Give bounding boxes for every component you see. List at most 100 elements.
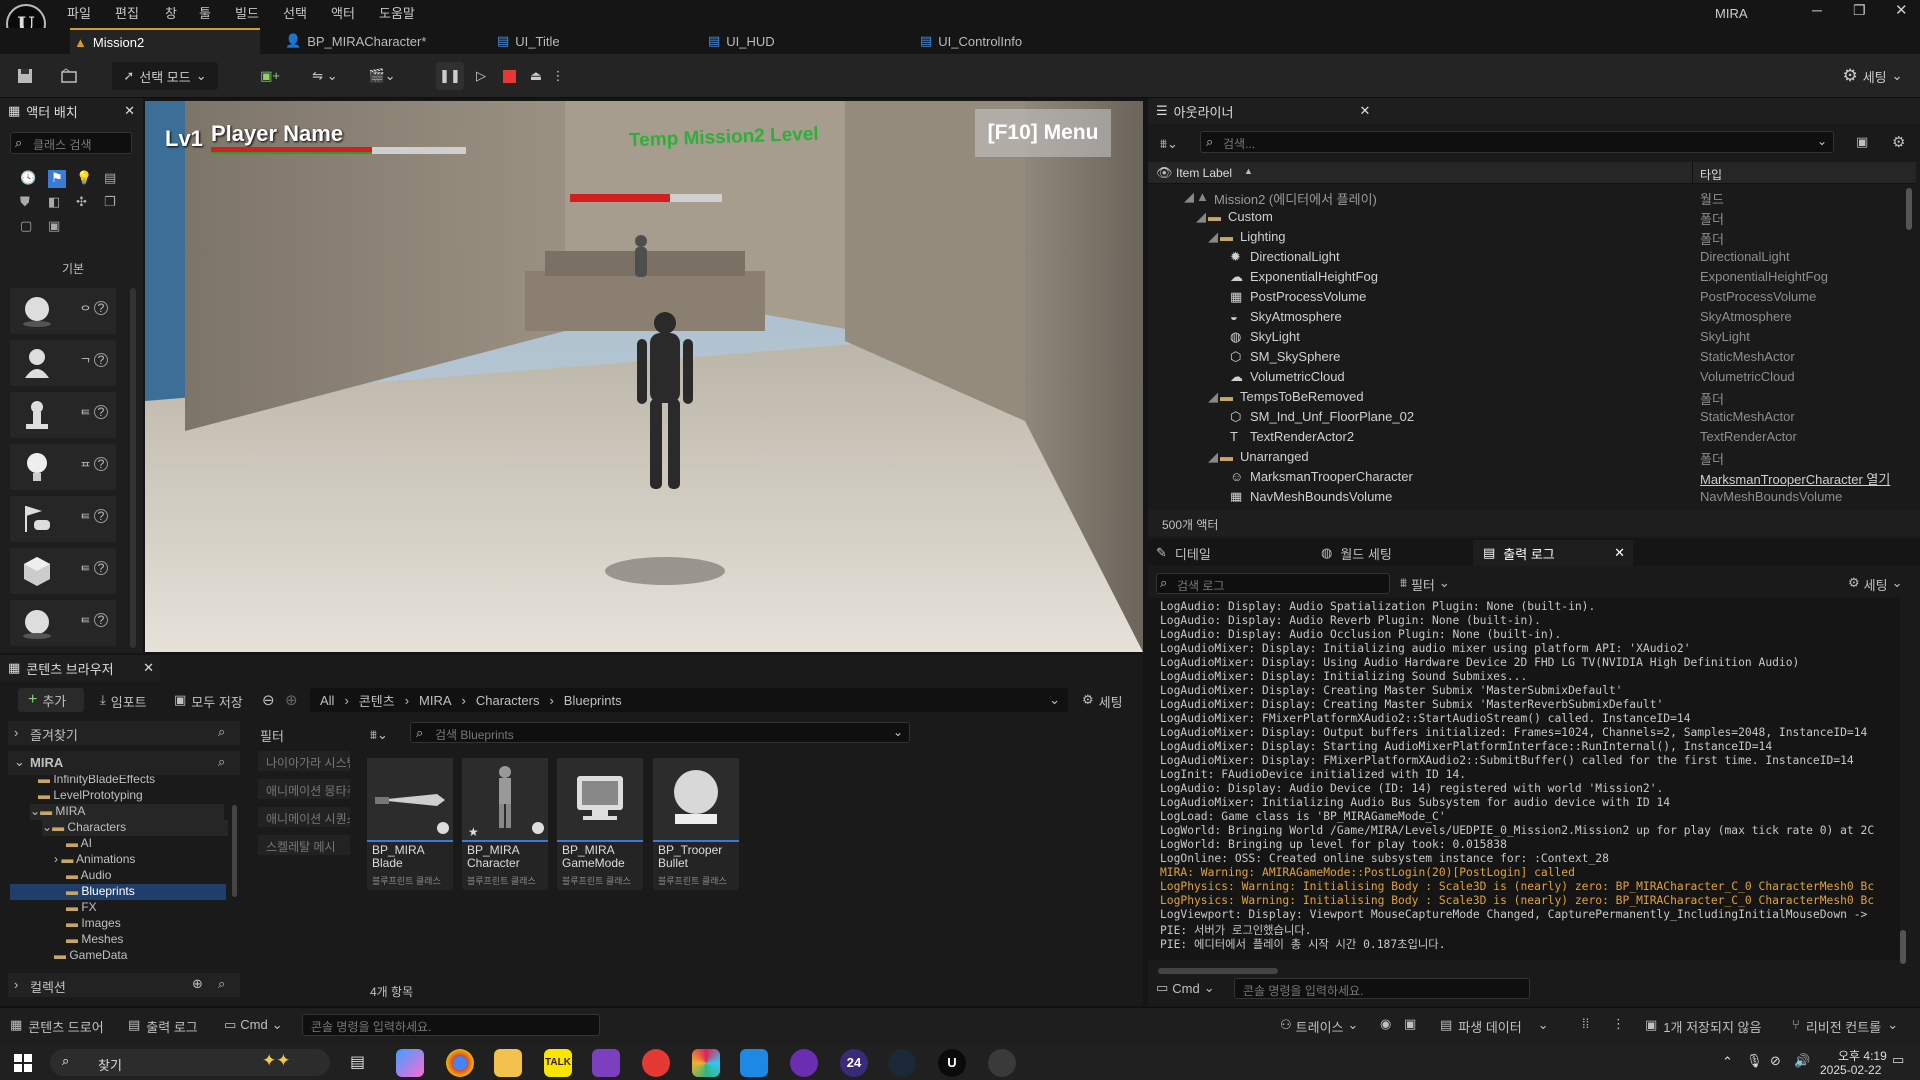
outliner-search-input[interactable]: 검색... ⌄ bbox=[1200, 131, 1834, 153]
microphone-icon[interactable]: 🎙 bbox=[1746, 1053, 1763, 1069]
steam-icon[interactable] bbox=[888, 1049, 916, 1077]
tray-chevron-icon[interactable]: ⌃ bbox=[1722, 1054, 1733, 1070]
help-icon[interactable]: ? bbox=[94, 509, 108, 523]
tab-ui-controlinfo[interactable]: ▤ UI_ControlInfo bbox=[920, 28, 1022, 54]
filter-icon[interactable]: ⩩⌄ bbox=[370, 727, 388, 743]
visibility-icon[interactable]: 👁 bbox=[1156, 165, 1173, 181]
content-drawer-button[interactable]: ▦ 콘텐츠 드로어 bbox=[10, 1017, 104, 1036]
more-options-icon[interactable]: ⋮ bbox=[1612, 1016, 1625, 1032]
place-item[interactable]: ᄐ ? bbox=[10, 496, 116, 542]
menu-select[interactable]: 선택 bbox=[283, 3, 307, 22]
help-icon[interactable]: ? bbox=[94, 613, 108, 627]
menu-edit[interactable]: 편집 bbox=[115, 3, 139, 22]
tree-row[interactable]: ◒ SkyAtmosphere SkyAtmosphere bbox=[1148, 306, 1908, 326]
breadcrumb-item[interactable]: MIRA bbox=[419, 693, 452, 708]
help-icon[interactable]: ? bbox=[94, 301, 108, 315]
tree-row[interactable]: ◢ ▬ Custom 폴더 bbox=[1148, 206, 1908, 227]
log-output[interactable]: LogAudio: Display: Audio Spatialization … bbox=[1148, 598, 1900, 960]
status-command-input[interactable]: 콘솔 명령을 입력하세요. bbox=[302, 1014, 600, 1036]
add-actor-button[interactable]: ▣+ bbox=[250, 62, 290, 90]
column-type[interactable]: 타입 bbox=[1700, 166, 1722, 183]
trace-button[interactable]: ⚇ 트레이스 ⌄ bbox=[1280, 1017, 1358, 1036]
log-hscrollbar[interactable] bbox=[1158, 968, 1278, 974]
revision-control-button[interactable]: ⑂ 리비전 컨트롤 ⌄ bbox=[1792, 1017, 1898, 1036]
folder-row[interactable]: ⌄▬ MIRA bbox=[30, 804, 224, 820]
close-icon[interactable]: ✕ bbox=[143, 660, 154, 676]
log-command-input[interactable]: 콘솔 명령을 입력하세요. bbox=[1234, 978, 1530, 999]
tree-row[interactable]: ☁ ExponentialHeightFog ExponentialHeightFo… bbox=[1148, 266, 1908, 286]
tree-row[interactable]: ⬡ SM_Ind_Unf_FloorPlane_02 StaticMeshActor bbox=[1148, 406, 1908, 426]
eject-button[interactable]: ⏏ bbox=[523, 62, 549, 90]
windows-start-icon[interactable] bbox=[14, 1054, 32, 1072]
collections-section[interactable]: › 컬렉션 ⊕ ⌕ bbox=[8, 973, 240, 997]
add-collection-icon[interactable]: ⊕ bbox=[192, 976, 203, 992]
clock-date[interactable]: 2025-02-22 bbox=[1820, 1063, 1881, 1077]
taskbar-search[interactable]: ⌕ 찾기 ✦✦ bbox=[50, 1049, 330, 1076]
place-item[interactable]: ᄐ ? bbox=[10, 600, 116, 646]
help-icon[interactable]: ? bbox=[94, 353, 108, 367]
log-search-input[interactable]: 검색 로그 bbox=[1156, 573, 1390, 594]
folder-row[interactable]: ▬ GameData bbox=[54, 948, 226, 961]
stop-button[interactable] bbox=[496, 62, 522, 90]
filter-chip[interactable]: 애니메이션 시퀀스 bbox=[258, 807, 350, 827]
app-24-icon[interactable]: 24 bbox=[840, 1049, 868, 1077]
slack-icon[interactable] bbox=[692, 1049, 720, 1077]
log-settings-button[interactable]: ⚙ 세팅 ⌄ bbox=[1848, 575, 1902, 594]
basic-icon[interactable]: ⚑ bbox=[48, 170, 66, 188]
select-mode-dropdown[interactable]: ➚ 선택 모드 ⌄ bbox=[112, 62, 218, 90]
file-explorer-icon[interactable] bbox=[494, 1049, 522, 1077]
breadcrumb-item[interactable]: All bbox=[320, 693, 334, 708]
tree-row[interactable]: ◍ SkyLight SkyLight bbox=[1148, 326, 1908, 346]
network-icon[interactable]: ⁞⁞ bbox=[1582, 1016, 1589, 1031]
unsaved-button[interactable]: ▣ 1개 저장되지 않음 bbox=[1645, 1017, 1761, 1036]
help-icon[interactable]: ? bbox=[94, 561, 108, 575]
chevron-down-icon[interactable]: ⌄ bbox=[1049, 692, 1060, 708]
asset-tile[interactable]: BP_MIRA GameMode 블루프린트 클래스 bbox=[557, 758, 643, 890]
status-cmd-dropdown[interactable]: ▭ Cmd ⌄ bbox=[224, 1017, 283, 1033]
restore-icon[interactable]: ❐ bbox=[1853, 2, 1866, 19]
outliner-scrollbar[interactable] bbox=[1906, 188, 1912, 230]
volume-icon[interactable]: 🔊 bbox=[1794, 1053, 1810, 1069]
favorites-section[interactable]: › 즐겨찾기 ⌕ bbox=[8, 721, 240, 745]
column-item-label[interactable]: Item Label bbox=[1176, 166, 1232, 180]
task-view-icon[interactable]: ▤ bbox=[350, 1052, 365, 1072]
help-icon[interactable]: ? bbox=[94, 457, 108, 471]
tree-row[interactable]: ◢ ▬ TempsToBeRemoved 폴더 bbox=[1148, 386, 1908, 407]
log-cmd-dropdown[interactable]: ▭ Cmd ⌄ bbox=[1156, 980, 1215, 996]
tree-row[interactable]: ✹ DirectionalLight DirectionalLight bbox=[1148, 246, 1908, 266]
tab-details[interactable]: ✎ 디테일 bbox=[1148, 540, 1308, 566]
kakaotalk-icon[interactable]: TALK bbox=[544, 1049, 572, 1077]
folder-row[interactable]: › ▬ Animations bbox=[54, 852, 226, 868]
app-ring-icon[interactable] bbox=[790, 1049, 818, 1077]
folder-row[interactable]: ▬ InfinityBladeEffects bbox=[38, 775, 232, 788]
tab-output-log[interactable]: ▤ 출력 로그 ✕ bbox=[1473, 540, 1633, 566]
filter-chip[interactable]: 스켈레탈 메시 bbox=[258, 835, 350, 855]
content-browse-icon[interactable] bbox=[56, 62, 82, 90]
place-item[interactable]: ᄐ ? bbox=[10, 548, 116, 594]
folder-tree-scrollbar[interactable] bbox=[232, 805, 237, 897]
shapes-icon[interactable]: ❐ bbox=[104, 194, 122, 212]
save-icon[interactable] bbox=[12, 62, 38, 90]
lights-icon[interactable]: 💡 bbox=[76, 170, 94, 188]
settings-button[interactable]: ⚙ 세팅 ⌄ bbox=[1835, 62, 1910, 90]
place-item[interactable]: ᄀ ? bbox=[10, 340, 116, 386]
help-icon[interactable]: ? bbox=[94, 405, 108, 419]
unity-hub-icon[interactable] bbox=[988, 1049, 1016, 1077]
all-classes-icon[interactable]: ✣ bbox=[76, 194, 94, 212]
close-window-icon[interactable]: ✕ bbox=[1895, 1, 1908, 19]
place-item[interactable]: ᄋ ? bbox=[10, 288, 116, 334]
menu-help[interactable]: 도움말 bbox=[379, 3, 415, 22]
back-icon[interactable]: ⊖ bbox=[262, 691, 275, 709]
more-options-icon[interactable]: ⋮ bbox=[551, 62, 565, 90]
asset-search-input[interactable]: 검색 Blueprints ⌄ bbox=[410, 722, 910, 743]
tree-row[interactable]: ⬡ SM_SkySphere StaticMeshActor bbox=[1148, 346, 1908, 366]
log-scrollbar[interactable] bbox=[1900, 930, 1906, 964]
tab-mission2[interactable]: ▲ Mission2 bbox=[70, 28, 260, 54]
tab-ui-title[interactable]: ▤ UI_Title bbox=[497, 28, 560, 54]
cinematics-button[interactable]: 🎬⌄ bbox=[362, 62, 402, 90]
menu-build[interactable]: 빌드 bbox=[235, 3, 259, 22]
menu-actor[interactable]: 액터 bbox=[331, 3, 355, 22]
folder-row[interactable]: ▬ FX bbox=[66, 900, 226, 916]
folder-row[interactable]: ▬ Meshes bbox=[66, 932, 226, 948]
gear-icon[interactable]: ⚙ bbox=[1892, 133, 1905, 151]
